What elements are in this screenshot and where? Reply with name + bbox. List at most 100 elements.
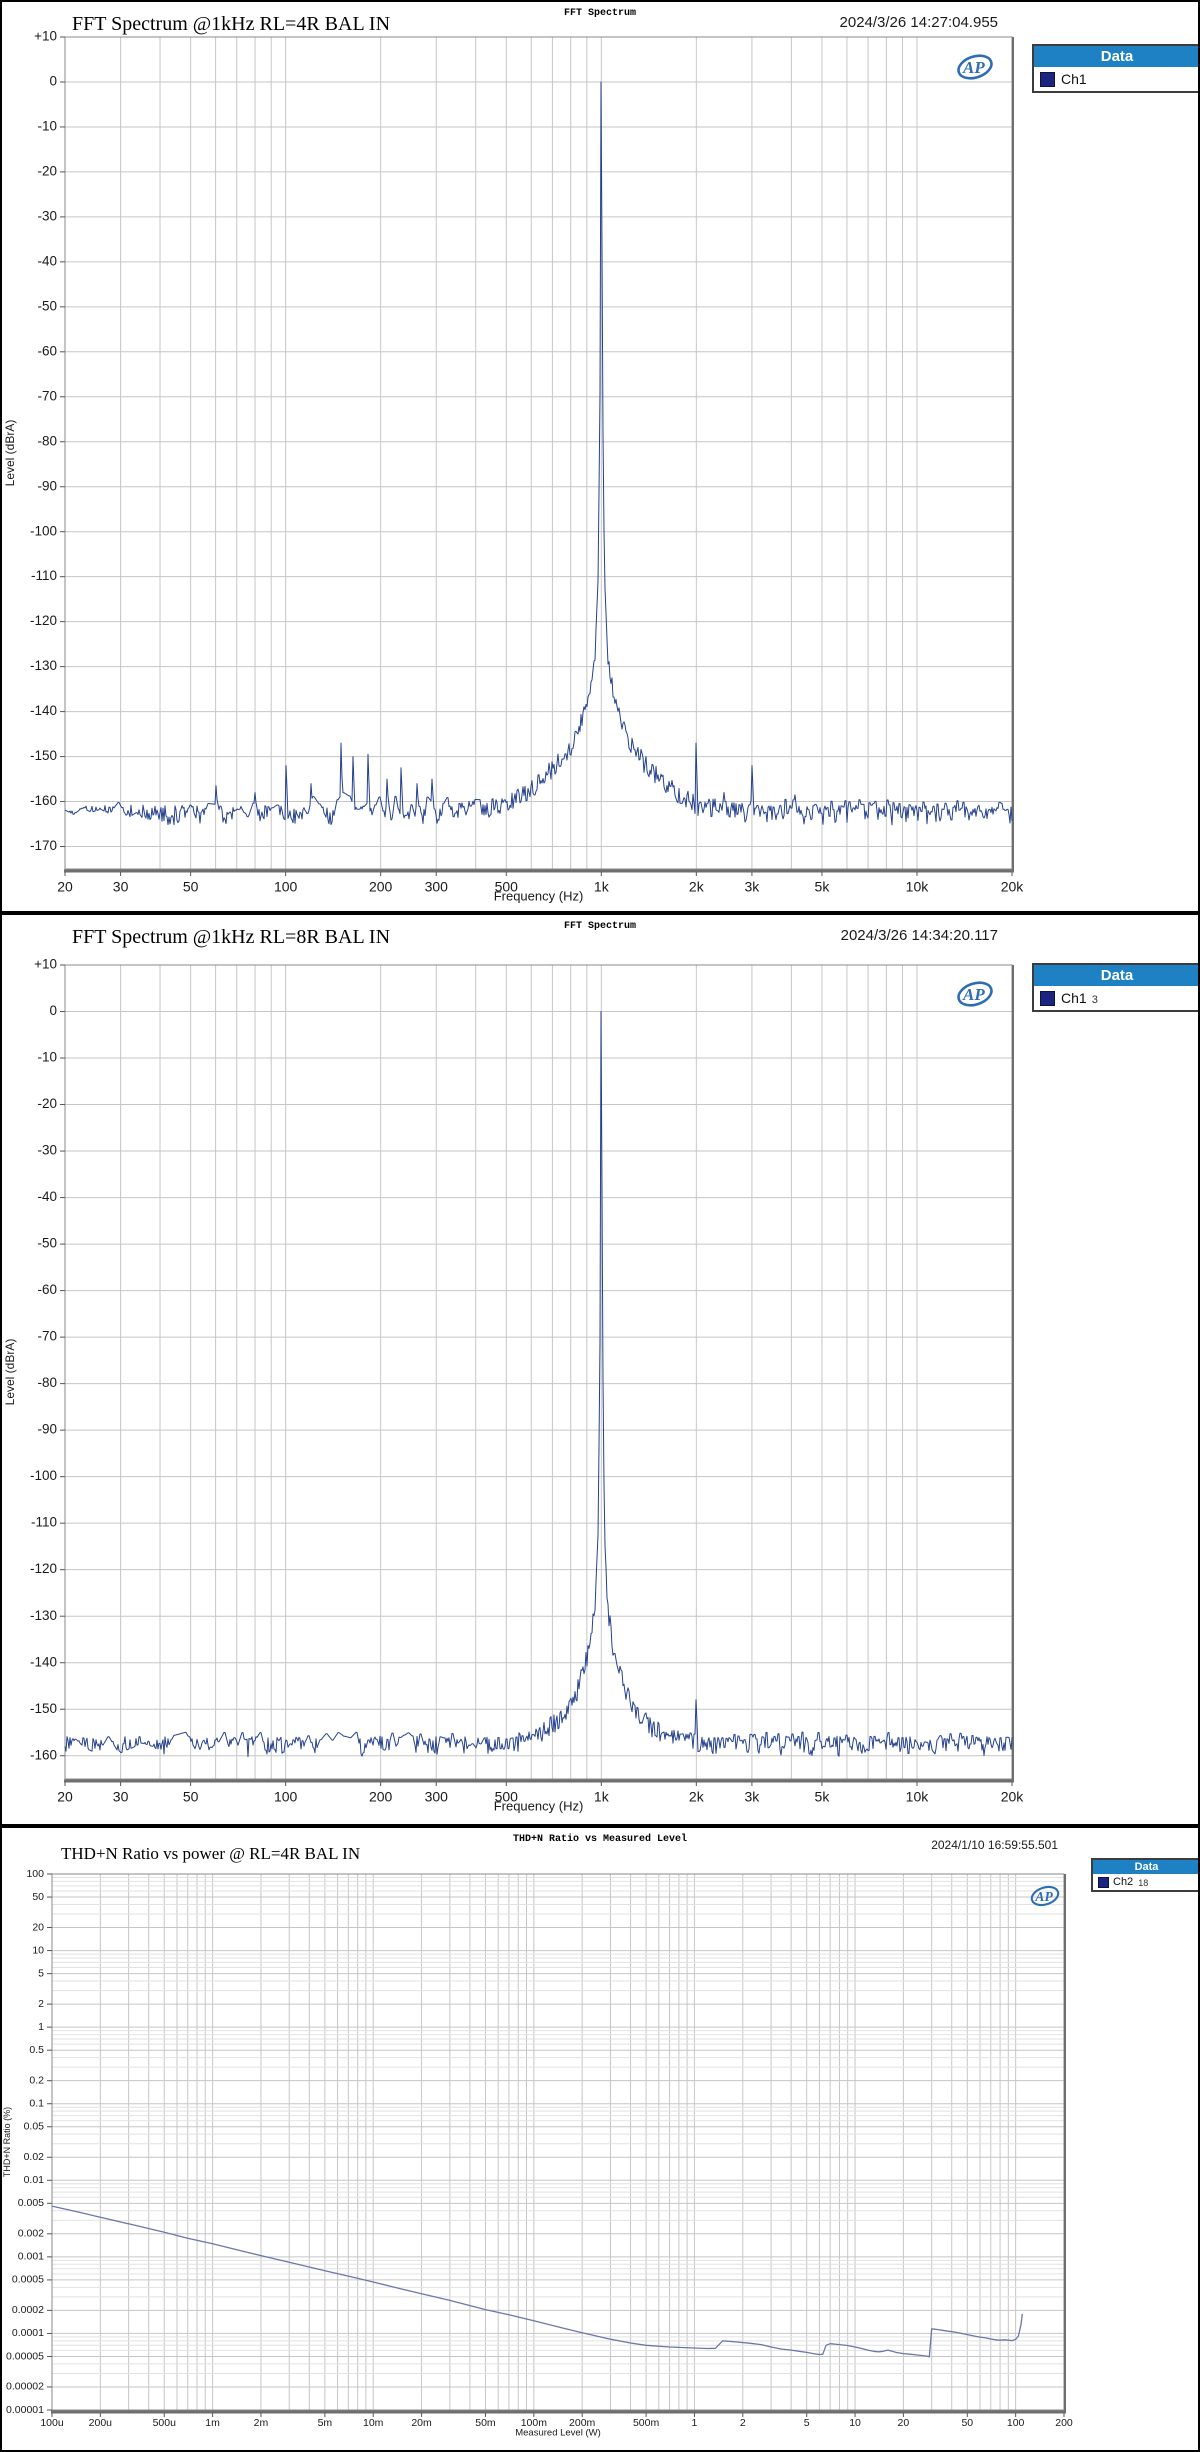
y-tick-label: -10 — [37, 1050, 57, 1065]
y-tick-label: 0.1 — [29, 2097, 44, 2109]
y-tick-label: -140 — [30, 1654, 57, 1669]
y-tick-label: 0.00005 — [6, 2350, 44, 2362]
y-tick-label: 100 — [26, 1868, 44, 1880]
legend-body: Ch218 — [1093, 1874, 1200, 1890]
window-fft-4r: FFT Spectrum FFT Spectrum @1kHz RL=4R BA… — [0, 0, 1200, 913]
ap-logo-icon: AP — [954, 52, 996, 82]
y-tick-label: -150 — [30, 748, 57, 763]
y-tick-label: -30 — [37, 208, 57, 223]
y-tick-label: -20 — [37, 163, 57, 178]
y-tick-label: -80 — [37, 1375, 57, 1390]
screen: FFT Spectrum FFT Spectrum @1kHz RL=4R BA… — [0, 0, 1200, 2452]
legend-swatch — [1098, 1877, 1109, 1888]
fft-plot-area[interactable]: 2030501002003005001k2k3k5k10k20k+100-10-… — [2, 2, 1198, 911]
x-tick-label: 2m — [254, 2417, 269, 2429]
x-tick-label: 100u — [40, 2417, 64, 2429]
y-tick-label: 0.002 — [18, 2228, 44, 2240]
x-tick-label: 30 — [113, 1788, 129, 1804]
y-tick-label: 0 — [49, 74, 57, 89]
window-fft-8r: FFT Spectrum FFT Spectrum @1kHz RL=8R BA… — [0, 913, 1200, 1826]
svg-text:AP: AP — [962, 985, 985, 1004]
y-tick-label: -40 — [37, 1189, 57, 1204]
y-tick-label: 0.001 — [18, 2251, 44, 2263]
y-tick-label: -170 — [30, 838, 57, 853]
y-tick-label: -40 — [37, 253, 57, 268]
x-tick-label: 3k — [745, 878, 761, 894]
x-tick-label: 300 — [425, 1788, 449, 1804]
ap-logo-icon: AP — [954, 979, 996, 1009]
x-tick-label: 20k — [1001, 1788, 1025, 1804]
y-tick-label: -130 — [30, 1608, 57, 1623]
x-tick-label: 30 — [113, 878, 129, 894]
x-tick-label: 20 — [57, 878, 73, 894]
x-tick-label: 300 — [425, 878, 449, 894]
x-tick-label: 5 — [804, 2417, 810, 2429]
x-tick-label: 50m — [475, 2417, 496, 2429]
thdn-trace — [52, 2206, 1022, 2357]
x-tick-label: 200 — [369, 1788, 393, 1804]
y-tick-label: -90 — [37, 478, 57, 493]
legend-body: Ch13 — [1034, 986, 1200, 1010]
y-tick-label: 2 — [38, 1998, 44, 2010]
y-tick-label: 0.00001 — [6, 2404, 44, 2416]
y-axis-title: Level (dBrA) — [3, 1339, 17, 1406]
x-tick-label: 500u — [153, 2417, 177, 2429]
y-tick-label: 0.2 — [29, 2074, 44, 2086]
x-tick-label: 5k — [815, 1788, 831, 1804]
y-tick-label: -50 — [37, 298, 57, 313]
x-tick-label: 10k — [906, 1788, 930, 1804]
legend-header[interactable]: Data — [1093, 1860, 1200, 1874]
legend-swatch — [1040, 991, 1055, 1006]
x-tick-label: 20k — [1001, 878, 1025, 894]
y-tick-label: -10 — [37, 119, 57, 134]
x-tick-label: 200 — [369, 878, 393, 894]
y-tick-label: -120 — [30, 613, 57, 628]
y-tick-label: 10 — [32, 1944, 44, 1956]
y-tick-label: -140 — [30, 703, 57, 718]
ap-logo-icon: AP — [1028, 1884, 1062, 1908]
x-tick-label: 3k — [745, 1788, 761, 1804]
y-tick-label: -110 — [31, 568, 57, 583]
legend-label: Ch2 — [1113, 1876, 1133, 1888]
y-tick-label: -70 — [37, 388, 57, 403]
x-tick-label: 50 — [183, 878, 199, 894]
y-tick-label: 0.05 — [24, 2121, 45, 2133]
legend-header[interactable]: Data — [1034, 965, 1200, 986]
window-thdn: THD+N Ratio vs Measured Level THD+N Rati… — [0, 1826, 1200, 2452]
legend-panel: Data Ch218 — [1091, 1858, 1200, 1892]
y-tick-label: -100 — [30, 1468, 57, 1483]
y-tick-label: -130 — [30, 658, 57, 673]
y-tick-label: -50 — [37, 1236, 57, 1251]
legend-panel: Data Ch13 — [1032, 963, 1200, 1012]
y-tick-label: 0.02 — [24, 2151, 45, 2163]
x-tick-label: 100 — [1007, 2417, 1025, 2429]
legend-row[interactable]: Ch13 — [1034, 986, 1200, 1010]
x-axis-title: Frequency (Hz) — [494, 889, 584, 904]
y-tick-label: -150 — [30, 1701, 57, 1716]
x-tick-label: 20 — [898, 2417, 910, 2429]
x-tick-label: 2 — [740, 2417, 746, 2429]
fft-trace — [65, 82, 1012, 825]
x-axis-title: Frequency (Hz) — [494, 1799, 584, 1814]
y-tick-label: 0.0001 — [12, 2327, 44, 2339]
y-tick-label: -160 — [30, 1747, 57, 1762]
y-tick-label: -120 — [30, 1561, 57, 1576]
y-tick-label: -80 — [37, 433, 57, 448]
y-tick-label: -160 — [30, 793, 57, 808]
y-tick-label: 0 — [49, 1003, 57, 1018]
svg-text:AP: AP — [1034, 1889, 1053, 1904]
y-tick-label: 1 — [38, 2021, 44, 2033]
thdn-plot-area[interactable]: 100u200u500u1m2m5m10m20m50m100m200m500m1… — [2, 1828, 1198, 2450]
legend-row[interactable]: Ch1 — [1034, 67, 1200, 91]
x-tick-label: 500m — [633, 2417, 660, 2429]
y-tick-label: +10 — [34, 957, 57, 972]
y-tick-label: 5 — [38, 1967, 44, 1979]
y-tick-label: -20 — [37, 1096, 57, 1111]
svg-text:AP: AP — [962, 58, 985, 77]
y-tick-label: 20 — [32, 1921, 44, 1933]
legend-header[interactable]: Data — [1034, 46, 1200, 67]
y-tick-label: -100 — [30, 523, 57, 538]
legend-row[interactable]: Ch218 — [1093, 1874, 1200, 1890]
legend-label: Ch1 — [1061, 990, 1087, 1006]
fft-plot-area[interactable]: 2030501002003005001k2k3k5k10k20k+100-10-… — [2, 915, 1198, 1824]
